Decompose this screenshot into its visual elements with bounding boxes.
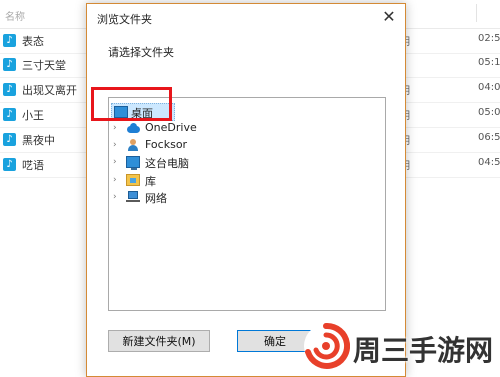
duration: 04:0 — [478, 82, 500, 93]
new-folder-button[interactable]: 新建文件夹(M) — [108, 330, 210, 352]
duration: 06:5 — [478, 132, 500, 143]
duration: 02:5 — [478, 33, 500, 44]
dialog-prompt: 请选择文件夹 — [108, 46, 174, 59]
monitor-icon — [126, 156, 140, 170]
folder-tree[interactable]: 桌面 › OneDrive › Focksor › 这台电脑 › 库 › 网络 — [108, 97, 386, 311]
highlight-annotation — [91, 87, 172, 121]
watermark-logo-icon — [304, 322, 350, 369]
network-icon — [126, 191, 140, 203]
library-icon — [126, 174, 140, 186]
song-title: 呓语 — [22, 159, 44, 172]
song-title: 小王 — [22, 109, 44, 122]
chevron-right-icon[interactable]: › — [113, 120, 121, 136]
chevron-right-icon[interactable]: › — [113, 172, 121, 188]
song-title: 黑夜中 — [22, 134, 55, 147]
tree-item-label: OneDrive — [145, 121, 197, 134]
tree-item-label: 网络 — [145, 192, 167, 205]
song-title: 三寸天堂 — [22, 59, 66, 72]
music-note-icon: ♪ — [3, 58, 16, 71]
music-note-icon: ♪ — [3, 34, 16, 47]
duration: 05:1 — [478, 57, 500, 68]
song-title: 出现又离开 — [22, 84, 77, 97]
tree-item-label: 这台电脑 — [145, 157, 189, 170]
tree-item-label: Focksor — [145, 138, 188, 151]
user-icon — [126, 139, 140, 151]
close-icon[interactable]: ✕ — [377, 6, 401, 28]
music-note-icon: ♪ — [3, 108, 16, 121]
song-title: 表态 — [22, 35, 44, 48]
dialog-title: 浏览文件夹 — [97, 13, 152, 26]
watermark-text: 周三手游网 — [353, 334, 494, 367]
music-note-icon: ♪ — [3, 133, 16, 146]
column-header-name[interactable]: 名称 — [5, 8, 25, 23]
chevron-right-icon[interactable]: › — [113, 189, 121, 205]
chevron-right-icon[interactable]: › — [113, 137, 121, 153]
duration: 05:0 — [478, 107, 500, 118]
cloud-icon — [126, 122, 140, 134]
music-note-icon: ♪ — [3, 83, 16, 96]
tree-item-label: 库 — [145, 175, 156, 188]
column-header-right[interactable] — [476, 4, 500, 22]
chevron-right-icon[interactable]: › — [113, 154, 121, 170]
music-note-icon: ♪ — [3, 158, 16, 171]
duration: 04:5 — [478, 157, 500, 168]
watermark: 周三手游网 — [298, 320, 500, 375]
